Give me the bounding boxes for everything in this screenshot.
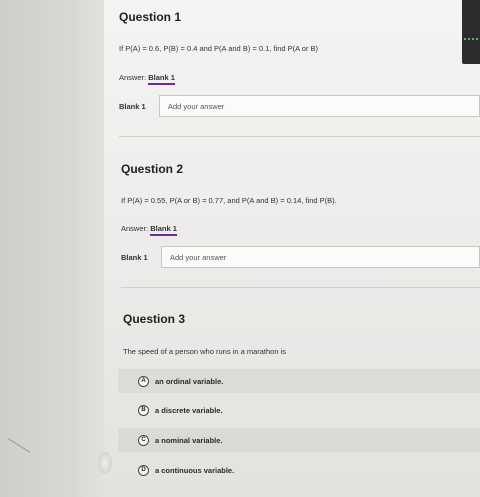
screen-corner	[462, 0, 480, 64]
divider	[121, 287, 480, 288]
question-2-title: Question 2	[121, 162, 184, 176]
question-1-blank-label: Blank 1	[119, 102, 146, 111]
answer-prefix: Answer:	[121, 224, 149, 233]
option-letter-badge: B	[138, 404, 149, 416]
question-1-text: If P(A) = 0.6, P(B) = 0.4 and P(A and B)…	[119, 44, 319, 53]
finger-smudge	[98, 452, 112, 474]
option-label: a continuous variable.	[155, 465, 235, 475]
question-1-title: Question 1	[119, 10, 182, 24]
question-2-text: If P(A) = 0.55, P(A or B) = 0.77, and P(…	[121, 196, 337, 205]
question-2-answer-line: Answer: Blank 1	[121, 224, 177, 236]
option-b[interactable]: B a discrete variable.	[118, 398, 480, 422]
option-label: an ordinal variable.	[155, 376, 224, 386]
question-2-answer-input[interactable]	[162, 247, 479, 268]
option-label: a discrete variable.	[155, 405, 223, 415]
question-1-answer-line: Answer: Blank 1	[119, 73, 175, 85]
background-margin	[0, 0, 104, 497]
question-1-answer-input[interactable]	[160, 96, 479, 117]
answer-blank-link[interactable]: Blank 1	[148, 73, 175, 85]
option-letter-badge: A	[138, 375, 149, 387]
indicator-dots	[464, 38, 478, 41]
option-label: a nominal variable.	[155, 435, 223, 445]
question-3-text: The speed of a person who runs in a mara…	[123, 347, 287, 356]
answer-blank-link[interactable]: Blank 1	[150, 224, 177, 236]
question-3-title: Question 3	[123, 312, 186, 326]
option-a[interactable]: A an ordinal variable.	[118, 369, 480, 393]
option-letter-badge: D	[138, 464, 149, 476]
question-1-answer-box[interactable]	[159, 95, 480, 117]
divider	[119, 136, 480, 137]
option-letter-badge: C	[138, 434, 149, 446]
answer-prefix: Answer:	[119, 73, 147, 82]
option-c[interactable]: C a nominal variable.	[118, 428, 480, 452]
option-d[interactable]: D a continuous variable.	[118, 458, 480, 482]
question-2-answer-box[interactable]	[161, 246, 480, 268]
question-2-blank-label: Blank 1	[121, 253, 148, 262]
